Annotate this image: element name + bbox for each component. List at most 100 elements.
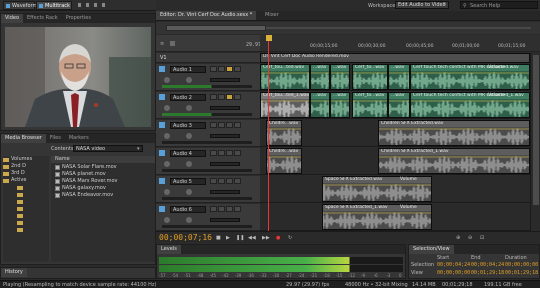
- solo-button[interactable]: [218, 206, 225, 212]
- multitrack-mode-button[interactable]: Multitrack: [36, 1, 72, 10]
- contents-dropdown[interactable]: NASA video: [73, 145, 143, 152]
- volume-knob[interactable]: [164, 161, 170, 167]
- fast-forward-icon[interactable]: ▶▶: [262, 235, 270, 241]
- waveform-mode-button[interactable]: Waveform: [3, 1, 37, 10]
- pan-knob[interactable]: [186, 217, 192, 223]
- play-icon[interactable]: ▶: [226, 235, 230, 241]
- rewind-icon[interactable]: ◀◀: [248, 235, 256, 241]
- arm-record-button[interactable]: [226, 94, 233, 100]
- arm-record-button[interactable]: [226, 122, 233, 128]
- chevron-down-icon[interactable]: ▾: [443, 1, 446, 7]
- solo-button[interactable]: [218, 122, 225, 128]
- audio-clip[interactable]: ...wav: [388, 92, 410, 118]
- mute-button[interactable]: [210, 66, 217, 72]
- pan-knob[interactable]: [186, 189, 192, 195]
- view-end[interactable]: 00;01;29;18: [471, 270, 504, 276]
- tab-video[interactable]: Video: [1, 14, 24, 23]
- track-name-field[interactable]: Audio 2: [170, 94, 206, 101]
- pan-knob[interactable]: [186, 105, 192, 111]
- monitor-input-button[interactable]: [234, 178, 241, 184]
- session-overview[interactable]: [156, 22, 540, 34]
- tree-item[interactable]: [3, 184, 49, 191]
- collapse-icon[interactable]: ≡: [160, 41, 164, 47]
- monitor-input-button[interactable]: [234, 94, 241, 100]
- monitor-input-button[interactable]: [234, 206, 241, 212]
- tab-markers[interactable]: Markers: [65, 134, 93, 143]
- arm-record-button[interactable]: [226, 206, 233, 212]
- pan-knob[interactable]: [186, 133, 192, 139]
- output-selector[interactable]: [210, 78, 240, 82]
- search-input[interactable]: Search Help: [470, 3, 500, 9]
- volume-knob[interactable]: [164, 133, 170, 139]
- audio-clip[interactable]: Cerf_to...wav: [352, 92, 388, 118]
- zoom-out-icon[interactable]: ⊖: [468, 235, 472, 241]
- audio-clip[interactable]: Childre...wav: [266, 120, 302, 146]
- monitor-input-button[interactable]: [234, 150, 241, 156]
- audio-clip[interactable]: Cerf_to...wav: [352, 64, 388, 90]
- tab-levels[interactable]: Levels: [157, 245, 181, 254]
- list-item[interactable]: NASA galaxy.mov: [55, 185, 155, 192]
- output-selector[interactable]: [210, 134, 240, 138]
- chevron-down-icon[interactable]: ▾: [137, 146, 140, 152]
- track-name-field[interactable]: Audio 6: [170, 206, 206, 213]
- volume-knob[interactable]: [164, 189, 170, 195]
- tree-item[interactable]: [3, 219, 49, 226]
- razor-tool-icon[interactable]: [86, 3, 89, 7]
- audio-clip[interactable]: ...wav: [330, 64, 350, 90]
- monitor-input-button[interactable]: [234, 122, 241, 128]
- list-item[interactable]: NASA planet.mov: [55, 171, 155, 178]
- audio-clip[interactable]: ...wav: [310, 64, 330, 90]
- tree-item[interactable]: [3, 198, 49, 205]
- zoom-in-icon[interactable]: ⊕: [456, 235, 460, 241]
- view-start[interactable]: 00;00;00;00: [437, 270, 470, 276]
- tree-item[interactable]: Volumes: [3, 156, 49, 163]
- solo-button[interactable]: [218, 94, 225, 100]
- pan-knob[interactable]: [186, 77, 192, 83]
- scrollbar-thumb[interactable]: [533, 55, 539, 205]
- time-selection-tool-icon[interactable]: [102, 3, 105, 7]
- audio-clip[interactable]: Children SFX Extracted.wav: [378, 120, 530, 146]
- time-ruler[interactable]: 00;00;15;00 00;00;30;00 00;00;45;00 00;0…: [260, 35, 540, 52]
- track-name-field[interactable]: Audio 4: [170, 150, 206, 157]
- mute-button[interactable]: [210, 178, 217, 184]
- output-selector[interactable]: [210, 106, 240, 110]
- list-item[interactable]: NASA Endeavor.mov: [55, 192, 155, 199]
- output-selector[interactable]: [210, 218, 240, 222]
- playhead-handle[interactable]: [266, 35, 272, 41]
- output-selector[interactable]: [210, 162, 240, 166]
- audio-clip[interactable]: Cerf touch tech conflict with MR Extract…: [410, 64, 530, 90]
- tree-item[interactable]: 3rd D: [3, 170, 49, 177]
- stop-icon[interactable]: ■: [216, 235, 221, 241]
- audio-clip[interactable]: Children SFX Extracted_1.wav: [378, 148, 530, 174]
- tab-mixer[interactable]: Mixer: [261, 11, 283, 20]
- tab-files[interactable]: Files: [46, 134, 65, 143]
- track-name-field[interactable]: Audio 5: [170, 178, 206, 185]
- track-name-field[interactable]: Audio 3: [170, 122, 206, 129]
- arm-record-button[interactable]: [226, 66, 233, 72]
- tree-item[interactable]: [3, 191, 49, 198]
- output-selector[interactable]: [210, 190, 240, 194]
- move-tool-icon[interactable]: [78, 3, 81, 7]
- mute-button[interactable]: [210, 94, 217, 100]
- slip-tool-icon[interactable]: [94, 3, 97, 7]
- tree-item[interactable]: [3, 226, 49, 233]
- monitor-input-button[interactable]: [234, 66, 241, 72]
- workspace-dropdown[interactable]: Edit Audio to Video: [395, 1, 449, 9]
- tree-item[interactable]: Active: [3, 177, 49, 184]
- list-item[interactable]: NASA Solar Flare.mov: [55, 164, 155, 171]
- audio-clip[interactable]: Cerf touch tech conflict with MR Extract…: [410, 92, 530, 118]
- tab-selection-view[interactable]: Selection/View: [409, 245, 454, 254]
- audio-clip[interactable]: ...wav: [330, 92, 350, 118]
- search-box[interactable]: ⚲ Search Help: [460, 1, 538, 9]
- solo-button[interactable]: [218, 178, 225, 184]
- solo-button[interactable]: [218, 66, 225, 72]
- tab-effects-rack[interactable]: Effects Rack: [23, 14, 62, 23]
- tab-history[interactable]: History: [1, 268, 27, 277]
- loop-icon[interactable]: ↻: [288, 235, 292, 241]
- pan-knob[interactable]: [186, 161, 192, 167]
- tab-media-browser[interactable]: Media Browser: [1, 134, 46, 143]
- video-clip[interactable]: Dr. Vint Cerf Doc Audio Rendered.mov: [260, 53, 530, 63]
- mute-button[interactable]: [210, 122, 217, 128]
- arm-record-button[interactable]: [226, 150, 233, 156]
- audio-clip[interactable]: ...wav: [388, 64, 410, 90]
